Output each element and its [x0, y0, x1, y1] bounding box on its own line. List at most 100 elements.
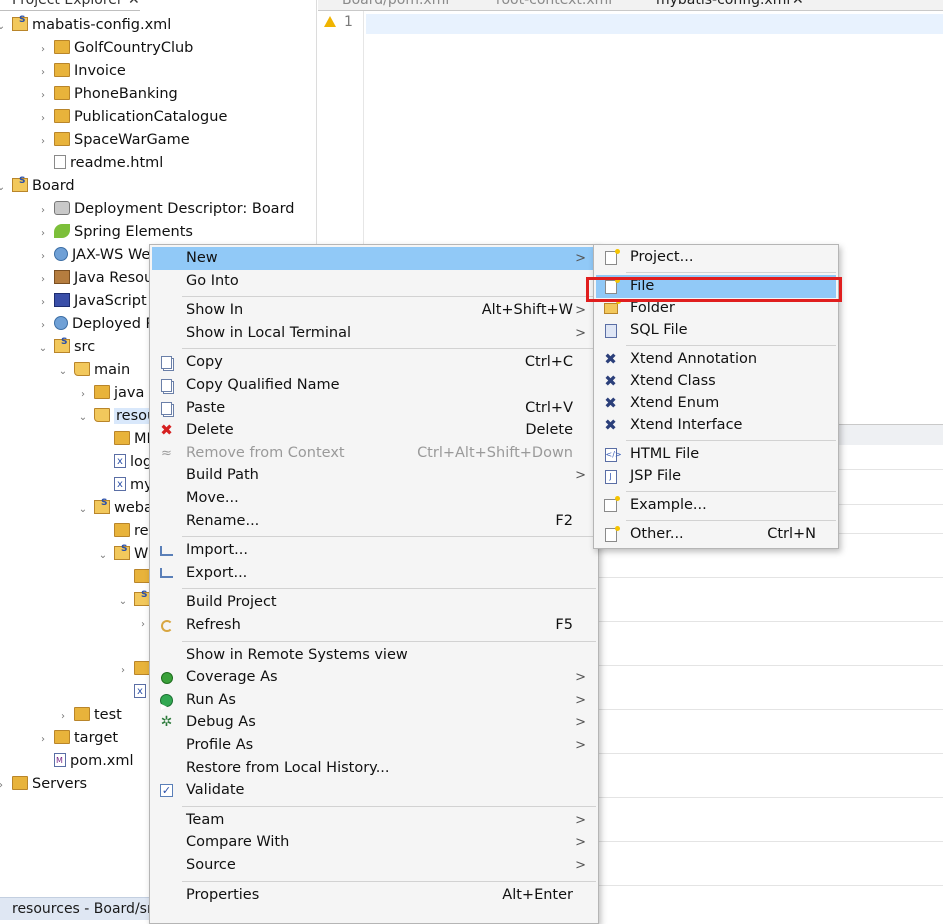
editor-tab-mybatis-config[interactable]: mybatis-config.xml	[656, 0, 790, 8]
chevron-down-icon[interactable]: ⌄	[56, 360, 70, 383]
submenu-item-example[interactable]: Example...	[596, 494, 836, 517]
chevron-down-icon[interactable]: ⌄	[116, 590, 130, 613]
chevron-right-icon[interactable]: ›	[36, 107, 50, 130]
menu-separator	[626, 491, 836, 492]
menu-item-team[interactable]: Team >	[152, 809, 596, 832]
tree-item[interactable]: › Spring Elements	[36, 221, 193, 244]
submenu-item-folder[interactable]: Folder	[596, 297, 836, 320]
close-icon[interactable]: ✕	[792, 0, 804, 8]
folder-icon	[134, 661, 150, 675]
menu-item-icon	[603, 323, 618, 338]
chevron-right-icon[interactable]: ›	[36, 61, 50, 84]
menu-item-label: Coverage As	[186, 669, 278, 686]
menu-item-show-in-remote-systems-view[interactable]: Show in Remote Systems view	[152, 644, 596, 667]
menu-item-import[interactable]: Import...	[152, 539, 596, 562]
tree-item[interactable]: › GolfCountryClub	[36, 37, 193, 60]
menu-item-remove-from-context[interactable]: ≈ Remove from Context Ctrl+Alt+Shift+Down	[152, 442, 596, 465]
menu-item-properties[interactable]: Properties Alt+Enter	[152, 884, 596, 907]
menu-item-compare-with[interactable]: Compare With >	[152, 831, 596, 854]
submenu-item-other[interactable]: Other... Ctrl+N	[596, 523, 836, 546]
tree-item[interactable]: › test	[56, 704, 122, 727]
menu-item-rename[interactable]: Rename... F2	[152, 510, 596, 533]
tree-item-label: readme.html	[70, 155, 164, 171]
chevron-right-icon[interactable]: ›	[36, 268, 50, 291]
close-icon[interactable]: ✕	[128, 0, 140, 8]
menu-item-build-path[interactable]: Build Path >	[152, 464, 596, 487]
chevron-down-icon[interactable]: ⌄	[0, 15, 8, 38]
chevron-down-icon[interactable]: ⌄	[76, 498, 90, 521]
tree-item[interactable]: ⌄ main	[56, 359, 130, 382]
submenu-item-xtend-annotation[interactable]: ✖ Xtend Annotation	[596, 348, 836, 371]
chevron-right-icon[interactable]: ›	[36, 291, 50, 314]
menu-item-restore-from-local-history[interactable]: Restore from Local History...	[152, 757, 596, 780]
chevron-right-icon[interactable]: ›	[116, 659, 130, 682]
submenu-item-file[interactable]: File	[596, 275, 836, 298]
chevron-down-icon[interactable]: ⌄	[0, 176, 8, 199]
menu-item-coverage-as[interactable]: Coverage As >	[152, 666, 596, 689]
menu-item-refresh[interactable]: Refresh F5	[152, 614, 596, 637]
chevron-right-icon[interactable]: ›	[36, 199, 50, 222]
menu-item-new[interactable]: New >	[152, 247, 596, 270]
tree-item[interactable]: › Servers	[0, 773, 87, 796]
debug-icon: ✲	[160, 714, 173, 731]
menu-item-profile-as[interactable]: Profile As >	[152, 734, 596, 757]
menu-separator	[182, 640, 596, 642]
chevron-right-icon[interactable]: ›	[36, 245, 50, 268]
menu-item-copy-qualified-name[interactable]: Copy Qualified Name	[152, 374, 596, 397]
menu-item-move[interactable]: Move...	[152, 487, 596, 510]
folder-icon	[114, 431, 130, 445]
chevron-right-icon[interactable]: ›	[36, 38, 50, 61]
menu-item-build-project[interactable]: Build Project	[152, 591, 596, 614]
menu-item-export[interactable]: Export...	[152, 562, 596, 585]
tree-item[interactable]: ⌄ Board	[0, 170, 75, 199]
menu-item-show-in-local-terminal[interactable]: Show in Local Terminal >	[152, 322, 596, 345]
submenu-item-xtend-class[interactable]: ✖ Xtend Class	[596, 370, 836, 393]
tree-item[interactable]: › PhoneBanking	[36, 83, 178, 106]
tree-item[interactable]: › Invoice	[36, 60, 126, 83]
folder-icon	[54, 730, 70, 744]
chevron-right-icon[interactable]: ›	[0, 774, 8, 797]
tree-item[interactable]: › Deployment Descriptor: Board	[36, 198, 294, 221]
chevron-down-icon[interactable]: ⌄	[36, 337, 50, 360]
submenu-item-xtend-enum[interactable]: ✖ Xtend Enum	[596, 392, 836, 415]
submenu-item-jsp-file[interactable]: J JSP File	[596, 465, 836, 488]
chevron-right-icon[interactable]: ›	[36, 84, 50, 107]
tree-item[interactable]: ⌄ src	[36, 331, 95, 360]
submenu-item-html-file[interactable]: </> HTML File	[596, 443, 836, 466]
tree-item[interactable]: › target	[36, 727, 118, 750]
folder-icon	[54, 40, 70, 54]
tree-item[interactable]: › PublicationCatalogue	[36, 106, 227, 129]
tree-item[interactable]: pom.xml	[36, 749, 134, 773]
submenu-item-sql-file[interactable]: SQL File	[596, 319, 836, 342]
menu-item-paste[interactable]: Paste Ctrl+V	[152, 397, 596, 420]
menu-item-show-in[interactable]: Show In Alt+Shift+W >	[152, 299, 596, 322]
tree-item[interactable]: › SpaceWarGame	[36, 129, 190, 152]
chevron-right-icon: >	[575, 325, 586, 341]
chevron-right-icon: >	[575, 468, 586, 484]
editor-current-line[interactable]	[366, 14, 943, 34]
chevron-down-icon[interactable]: ⌄	[76, 406, 90, 429]
menu-item-validate[interactable]: ✓ Validate	[152, 779, 596, 802]
chevron-right-icon[interactable]: ›	[36, 130, 50, 153]
menu-item-source[interactable]: Source >	[152, 854, 596, 877]
tree-item[interactable]: ⌄ mabatis-config.xml	[0, 9, 171, 38]
menu-item-copy[interactable]: Copy Ctrl+C	[152, 351, 596, 374]
chevron-right-icon[interactable]: ›	[36, 728, 50, 751]
menu-item-run-as[interactable]: ▶ Run As >	[152, 689, 596, 712]
editor-tab-root-context[interactable]: root-context.xml	[496, 0, 612, 8]
chevron-right-icon[interactable]: ›	[136, 613, 150, 636]
editor-tab-pom[interactable]: Board/pom.xml	[342, 0, 449, 8]
chevron-right-icon[interactable]: ›	[56, 705, 70, 728]
menu-item-debug-as[interactable]: ✲ Debug As >	[152, 711, 596, 734]
chevron-right-icon[interactable]: ›	[36, 314, 50, 337]
chevron-right-icon[interactable]: ›	[36, 222, 50, 245]
project-icon	[94, 492, 110, 515]
menu-item-go-into[interactable]: Go Into	[152, 270, 596, 293]
chevron-right-icon[interactable]: ›	[76, 383, 90, 406]
submenu-item-xtend-interface[interactable]: ✖ Xtend Interface	[596, 414, 836, 437]
submenu-item-project[interactable]: Project...	[596, 246, 836, 269]
menu-item-delete[interactable]: ✖ Delete Delete	[152, 419, 596, 442]
tree-item[interactable]: › java	[76, 382, 144, 405]
chevron-down-icon[interactable]: ⌄	[96, 544, 110, 567]
tree-item[interactable]: readme.html	[36, 152, 163, 175]
